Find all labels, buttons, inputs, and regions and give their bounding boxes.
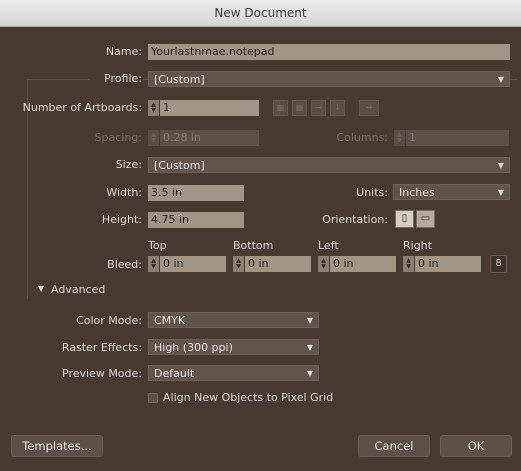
bleed-label: Bleed:: [107, 258, 142, 271]
color-mode-value: CMYK: [154, 314, 186, 327]
profile-value: [Custom]: [154, 73, 205, 86]
bleed-bottom-input[interactable]: 0 in: [245, 256, 311, 272]
columns-label: Columns:: [336, 131, 388, 144]
width-input[interactable]: 3.5 in: [148, 185, 244, 201]
chevron-down-icon: ▼: [306, 369, 313, 378]
preview-mode-label: Preview Mode:: [62, 367, 142, 380]
cancel-button[interactable]: Cancel: [358, 435, 430, 457]
profile-label: Profile:: [90, 72, 142, 85]
bleed-top-input[interactable]: 0 in: [160, 256, 226, 272]
units-value: Inches: [399, 186, 435, 199]
arrange-row-icon[interactable]: →: [311, 100, 326, 116]
link-icon[interactable]: 8: [490, 255, 507, 273]
bleed-left-stepper[interactable]: ▲ ▼: [318, 256, 329, 272]
chevron-down-icon: ▼: [306, 316, 313, 325]
raster-effects-value: High (300 ppi): [154, 341, 233, 354]
units-label: Units:: [356, 186, 388, 199]
disclosure-triangle-icon[interactable]: ▼: [38, 284, 44, 293]
artboards-stepper[interactable]: ▲ ▼: [148, 100, 159, 116]
portrait-icon[interactable]: ▯: [395, 210, 414, 228]
new-document-dialog: Name: Yourlastnmae.notepad Profile: [Cus…: [0, 27, 521, 471]
bleed-left-label: Left: [318, 239, 339, 252]
size-label: Size:: [115, 158, 142, 171]
preview-mode-value: Default: [154, 367, 195, 380]
chevron-down-icon: ▼: [497, 188, 504, 197]
name-label: Name:: [105, 45, 142, 58]
name-input[interactable]: Yourlastnmae.notepad: [148, 44, 510, 60]
bleed-bottom-stepper[interactable]: ▲ ▼: [233, 256, 244, 272]
columns-input[interactable]: 1: [406, 130, 509, 146]
raster-effects-select[interactable]: High (300 ppi) ▼: [148, 339, 319, 355]
spacing-input[interactable]: 0.28 in: [160, 130, 259, 146]
chevron-down-icon: ▼: [497, 75, 504, 84]
right-to-left-icon[interactable]: →: [359, 100, 379, 116]
chevron-down-icon: ▼: [497, 161, 504, 170]
arrange-column-icon[interactable]: ↓: [330, 100, 345, 116]
bleed-right-stepper[interactable]: ▲ ▼: [403, 256, 414, 272]
artboards-label: Number of Artboards:: [22, 101, 142, 114]
bleed-top-stepper[interactable]: ▲ ▼: [148, 256, 159, 272]
size-select[interactable]: [Custom] ▼: [148, 157, 510, 173]
window-title: New Document: [214, 6, 307, 20]
preview-mode-select[interactable]: Default ▼: [148, 365, 319, 381]
bleed-top-label: Top: [148, 239, 167, 252]
bleed-left-input[interactable]: 0 in: [330, 256, 396, 272]
grid-by-column-icon[interactable]: ▦: [292, 100, 307, 116]
raster-effects-label: Raster Effects:: [61, 341, 142, 354]
size-value: [Custom]: [154, 159, 205, 172]
width-label: Width:: [106, 186, 142, 199]
color-mode-select[interactable]: CMYK ▼: [148, 312, 319, 328]
spacing-label: Spacing:: [94, 131, 142, 144]
window-title-bar: New Document: [0, 0, 521, 27]
templates-button[interactable]: Templates...: [11, 435, 103, 457]
pixel-grid-checkbox[interactable]: [148, 393, 158, 403]
units-select[interactable]: Inches ▼: [393, 184, 510, 200]
height-input[interactable]: 4.75 in: [148, 212, 244, 228]
bleed-bottom-label: Bottom: [233, 239, 274, 252]
spacing-stepper[interactable]: ▲ ▼: [148, 130, 159, 146]
orientation-label: Orientation:: [322, 213, 388, 226]
bleed-right-input[interactable]: 0 in: [415, 256, 481, 272]
height-label: Height:: [101, 213, 142, 226]
columns-stepper[interactable]: ▲ ▼: [394, 130, 405, 146]
advanced-label[interactable]: Advanced: [51, 283, 112, 296]
artboards-input[interactable]: 1: [160, 100, 259, 116]
bleed-right-label: Right: [403, 239, 432, 252]
chevron-down-icon: ▼: [306, 343, 313, 352]
ok-button[interactable]: OK: [440, 435, 512, 457]
landscape-icon[interactable]: ▭: [416, 210, 435, 228]
pixel-grid-label[interactable]: Align New Objects to Pixel Grid: [163, 391, 333, 404]
grid-by-row-icon[interactable]: ▦: [273, 100, 288, 116]
color-mode-label: Color Mode:: [76, 314, 142, 327]
profile-select[interactable]: [Custom] ▼: [148, 71, 510, 87]
